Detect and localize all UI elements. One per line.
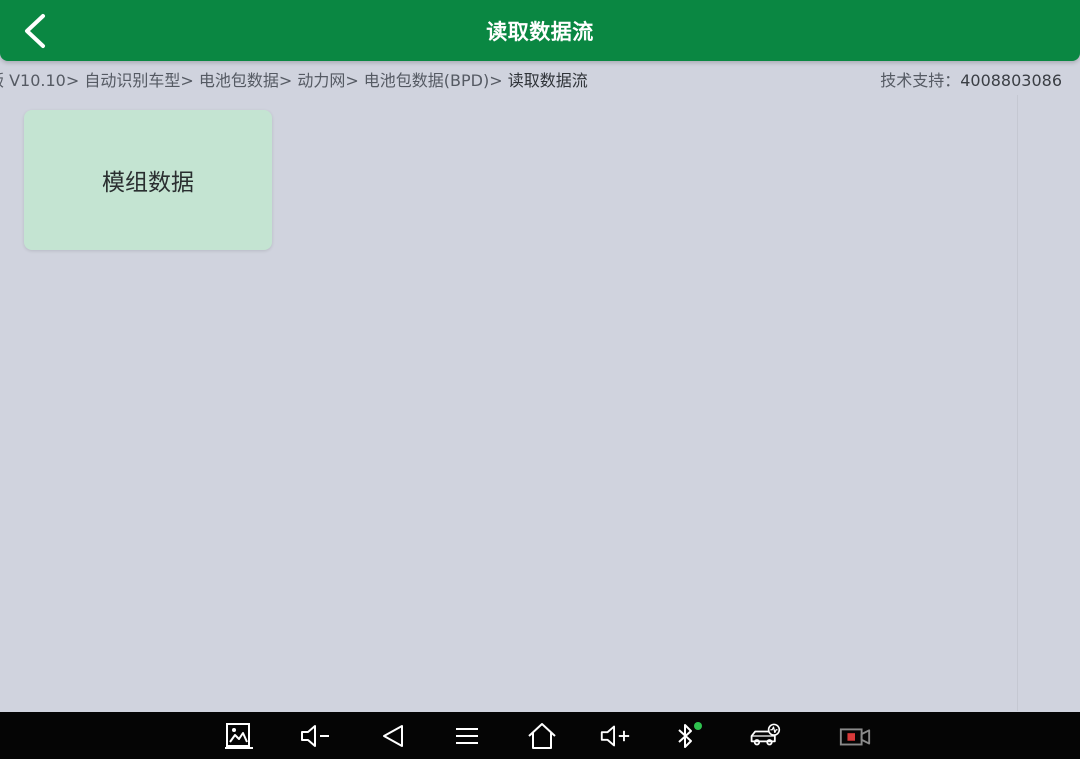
breadcrumb: 版 V10.10> 自动识别车型> 电池包数据> 动力网> 电池包数据(BPD)…: [0, 67, 588, 91]
screenshot-icon: [225, 723, 253, 749]
bluetooth-icon: [678, 722, 702, 748]
screenshot-button[interactable]: [222, 720, 256, 752]
bluetooth-button[interactable]: [670, 720, 704, 752]
vehicle-diagnostic-icon: [750, 723, 781, 746]
breadcrumb-current: 读取数据流: [507, 71, 588, 90]
menu-button[interactable]: [450, 720, 484, 752]
module-data-label: 模组数据: [102, 170, 194, 196]
content-divider: [1017, 95, 1018, 711]
breadcrumb-path: 版 V10.10> 自动识别车型> 电池包数据> 动力网> 电池包数据(BPD)…: [0, 71, 508, 90]
module-data-card[interactable]: 模组数据: [24, 110, 272, 250]
volume-up-icon: [600, 725, 630, 747]
volume-down-icon: [301, 725, 329, 747]
home-icon: [528, 723, 556, 749]
menu-icon: [456, 728, 478, 744]
volume-up-button[interactable]: [598, 720, 632, 752]
header-bar: 读取数据流: [0, 0, 1080, 61]
page-title: 读取数据流: [486, 20, 594, 44]
nav-back-button[interactable]: [376, 720, 410, 752]
vehicle-diagnostic-button[interactable]: [748, 720, 782, 752]
tech-support: 技术支持：4008803086: [880, 67, 1062, 91]
screen-record-icon: [839, 728, 871, 746]
screen-record-button[interactable]: [838, 720, 872, 752]
tech-support-phone: 4008803086: [960, 71, 1062, 90]
home-button[interactable]: [525, 720, 559, 752]
volume-down-button[interactable]: [298, 720, 332, 752]
tech-support-label: 技术支持：: [880, 71, 961, 90]
back-triangle-icon: [383, 725, 403, 747]
system-navbar: [0, 712, 1080, 759]
